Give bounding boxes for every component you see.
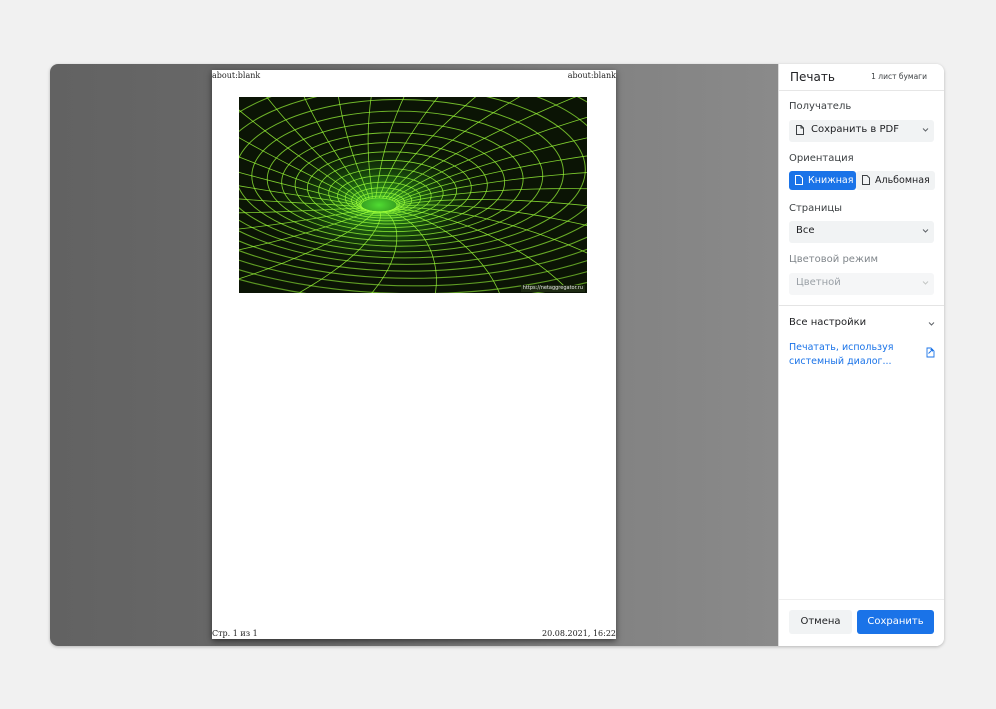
destination-value: Сохранить в PDF [811,124,899,135]
orientation-label: Ориентация [789,153,854,164]
wormhole-grid-graphic [239,97,587,293]
sheet-count: 1 лист бумаги [871,72,927,81]
preview-page: about:blank about:blank https://netaggre… [212,70,616,639]
page-header-left: about:blank [212,71,261,80]
preview-image-wormhole: https://netaggregator.ru [239,97,587,293]
sidebar-header: Печать 1 лист бумаги [779,64,944,91]
chevron-down-icon[interactable] [928,320,935,327]
save-button[interactable]: Сохранить [857,610,934,634]
page-header-right: about:blank [567,71,616,80]
pages-value: Все [796,225,815,236]
orientation-landscape-button[interactable]: Альбомная [856,171,935,190]
page-footer-right: 20.08.2021, 16:22 [542,629,616,638]
chevron-down-icon [922,281,929,285]
more-settings-toggle[interactable]: Все настройки [789,317,866,328]
color-mode-label: Цветовой режим [789,254,878,265]
portrait-page-icon [795,175,803,185]
orientation-portrait-button[interactable]: Книжная [789,171,856,190]
color-mode-value: Цветной [796,277,841,288]
landscape-page-icon [862,175,870,185]
footer-divider [779,599,944,600]
print-dialog: about:blank about:blank https://netaggre… [50,64,944,646]
pages-select[interactable]: Все [789,221,934,243]
orientation-portrait-label: Книжная [808,174,854,186]
print-preview-area[interactable]: about:blank about:blank https://netaggre… [50,64,778,646]
pages-label: Страницы [789,203,843,214]
chevron-down-icon [922,229,929,233]
destination-select[interactable]: Сохранить в PDF [789,120,934,142]
destination-label: Получатель [789,101,852,112]
print-settings-sidebar: Печать 1 лист бумаги Получатель Сохранит… [778,64,944,646]
dialog-title: Печать [790,70,835,84]
orientation-toggle: Книжная Альбомная [789,171,935,190]
external-link-icon[interactable] [926,347,935,358]
color-mode-select: Цветной [789,273,934,295]
page-footer-left: Стр. 1 из 1 [212,629,258,638]
system-dialog-link[interactable]: Печатать, используя системный диалог... [789,341,909,369]
sidebar-divider [779,305,944,306]
document-icon [796,125,804,135]
image-watermark: https://netaggregator.ru [520,285,585,292]
cancel-button[interactable]: Отмена [789,610,852,634]
orientation-landscape-label: Альбомная [875,174,930,186]
chevron-down-icon [922,128,929,132]
